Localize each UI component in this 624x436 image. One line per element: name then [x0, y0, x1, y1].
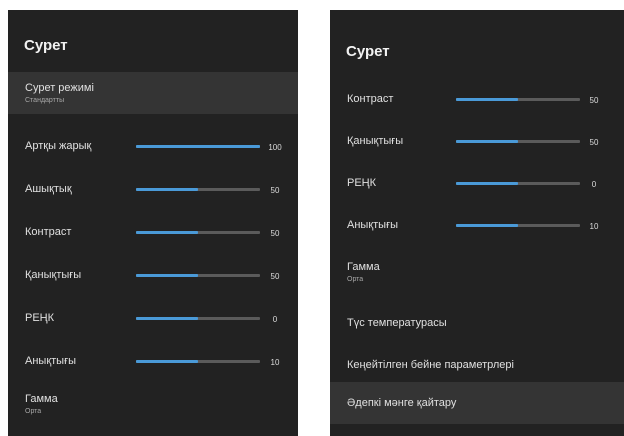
panel-title: Сурет	[346, 43, 390, 60]
menu-item-label: РЕҢК	[25, 312, 55, 324]
menu-item-label: Анықтығы	[25, 355, 76, 367]
menu-item-label: Әдепкі мәнге қайтару	[347, 397, 457, 409]
slider-fill	[456, 140, 518, 143]
slider-value: 10	[270, 358, 280, 367]
menu-item-value: Орта	[347, 276, 364, 283]
menu-item-label: РЕҢК	[347, 177, 377, 189]
contrast-slider[interactable]	[456, 98, 580, 101]
menu-item-label: Қанықтығы	[347, 135, 404, 147]
menu-item-label: Кеңейтілген бейне параметрлері	[347, 359, 514, 371]
menu-item-brightness[interactable]: Ашықтық 50	[8, 168, 298, 210]
sharpness-slider[interactable]	[456, 224, 580, 227]
menu-item-label: Қанықтығы	[25, 269, 82, 281]
saturation-slider[interactable]	[136, 274, 260, 277]
menu-item-label: Сурет режимі	[25, 82, 94, 94]
menu-item-gamma[interactable]: Гамма Орта	[330, 251, 624, 293]
menu-item-label: Анықтығы	[347, 219, 398, 231]
slider-value: 100	[268, 143, 282, 152]
menu-item-advanced-video[interactable]: Кеңейтілген бейне параметрлері	[330, 344, 624, 386]
saturation-slider[interactable]	[456, 140, 580, 143]
menu-item-value: Орта	[25, 408, 42, 415]
menu-item-backlight[interactable]: Артқы жарық 100	[8, 125, 298, 167]
menu-item-label: Контраст	[347, 93, 394, 105]
panel-title: Сурет	[24, 37, 68, 54]
menu-item-saturation[interactable]: Қанықтығы 50	[330, 120, 624, 162]
menu-item-hue[interactable]: РЕҢК 0	[8, 297, 298, 339]
slider-value: 0	[591, 180, 597, 189]
menu-item-label: Гамма	[347, 261, 380, 273]
left-picture-settings-panel: Сурет Сурет режимі Стандартты Артқы жары…	[8, 10, 298, 436]
menu-item-label: Гамма	[25, 393, 58, 405]
slider-fill	[136, 360, 198, 363]
slider-fill	[136, 145, 260, 148]
menu-item-label: Ашықтық	[25, 183, 72, 195]
menu-item-contrast[interactable]: Контраст 50	[330, 78, 624, 120]
menu-item-picture-mode[interactable]: Сурет режимі Стандартты	[8, 72, 298, 114]
brightness-slider[interactable]	[136, 188, 260, 191]
slider-fill	[136, 188, 198, 191]
menu-item-gamma[interactable]: Гамма Орта	[8, 383, 298, 425]
menu-item-label: Артқы жарық	[25, 140, 92, 152]
hue-slider[interactable]	[456, 182, 580, 185]
menu-item-hue[interactable]: РЕҢК 0	[330, 162, 624, 204]
menu-item-contrast[interactable]: Контраст 50	[8, 211, 298, 253]
slider-fill	[136, 317, 198, 320]
slider-value: 50	[589, 138, 599, 147]
slider-value: 10	[589, 222, 599, 231]
menu-item-sharpness[interactable]: Анықтығы 10	[330, 204, 624, 246]
right-picture-settings-panel: Сурет Контраст 50 Қанықтығы 50 РЕҢК 0 Ан…	[330, 10, 624, 436]
slider-fill	[456, 224, 518, 227]
menu-item-label: Түс температурасы	[347, 317, 447, 329]
slider-fill	[456, 98, 518, 101]
slider-value: 0	[272, 315, 278, 324]
slider-fill	[136, 274, 198, 277]
backlight-slider[interactable]	[136, 145, 260, 148]
slider-value: 50	[270, 229, 280, 238]
slider-value: 50	[270, 186, 280, 195]
hue-slider[interactable]	[136, 317, 260, 320]
slider-value: 50	[270, 272, 280, 281]
menu-item-sharpness[interactable]: Анықтығы 10	[8, 340, 298, 382]
slider-fill	[136, 231, 198, 234]
slider-fill	[456, 182, 518, 185]
slider-value: 50	[589, 96, 599, 105]
contrast-slider[interactable]	[136, 231, 260, 234]
menu-item-color-temperature[interactable]: Түс температурасы	[330, 302, 624, 344]
menu-item-value: Стандартты	[25, 97, 65, 104]
menu-item-label: Контраст	[25, 226, 72, 238]
sharpness-slider[interactable]	[136, 360, 260, 363]
menu-item-saturation[interactable]: Қанықтығы 50	[8, 254, 298, 296]
menu-item-reset-defaults[interactable]: Әдепкі мәнге қайтару	[330, 382, 624, 424]
